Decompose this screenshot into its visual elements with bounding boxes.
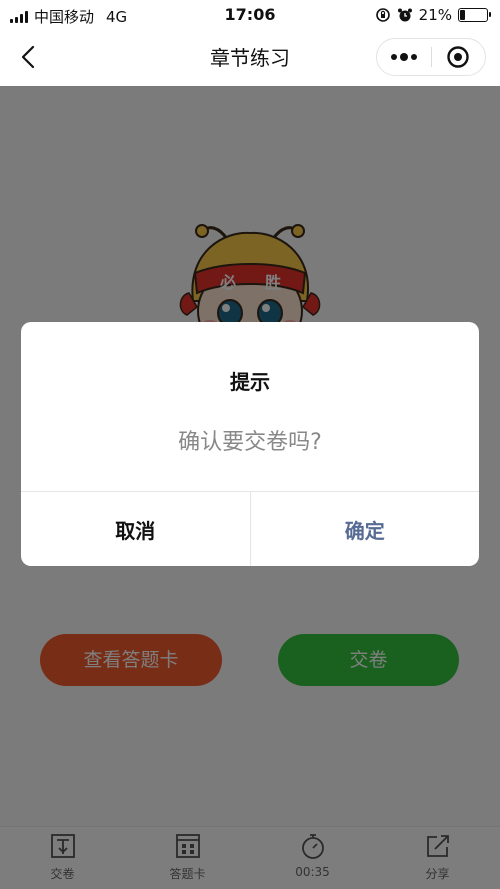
- dialog-footer: 取消 确定: [21, 491, 479, 566]
- alarm-icon: [397, 8, 412, 22]
- battery-percent: 21%: [418, 6, 452, 24]
- nav-bar: 章节练习: [0, 30, 500, 86]
- capsule-menu: [376, 38, 486, 76]
- target-circle-icon: [447, 46, 469, 68]
- dialog-message: 确认要交卷吗?: [178, 430, 322, 455]
- status-right: 21%: [375, 6, 491, 24]
- battery-icon: [458, 8, 491, 22]
- close-miniprogram-button[interactable]: [432, 39, 486, 75]
- status-bar: 中国移动 4G 17:06 21%: [0, 0, 500, 30]
- dialog-title: 提示: [230, 370, 270, 394]
- cancel-button[interactable]: 取消: [21, 492, 251, 566]
- battery-fill: [460, 10, 465, 20]
- more-button[interactable]: [377, 39, 431, 75]
- rotation-lock-icon: [375, 8, 390, 22]
- confirm-dialog: 提示 确认要交卷吗? 取消 确定: [21, 322, 479, 566]
- confirm-button[interactable]: 确定: [251, 492, 480, 566]
- more-dots-icon: [390, 53, 417, 61]
